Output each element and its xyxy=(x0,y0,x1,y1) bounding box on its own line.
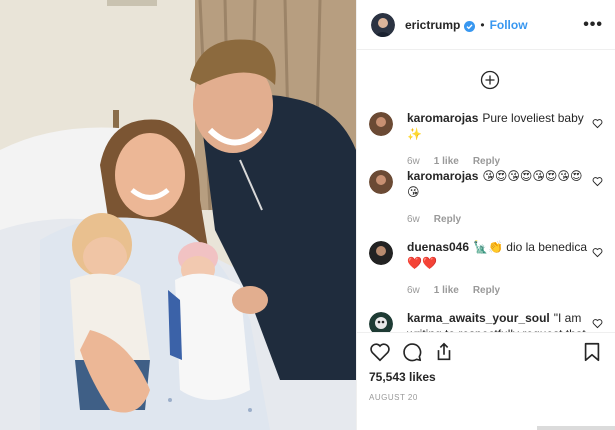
commenter-avatar[interactable] xyxy=(369,170,393,194)
comment-age[interactable]: 6w xyxy=(407,212,420,228)
follow-button[interactable]: Follow xyxy=(490,18,528,32)
like-comment-icon[interactable] xyxy=(592,174,603,187)
comment-item: karomarojas 😘😍😘😍😘😍😘😍😘 6w Reply xyxy=(369,168,607,228)
commenter-avatar[interactable] xyxy=(369,312,393,332)
author-avatar[interactable] xyxy=(371,12,395,37)
comment-item: duenas046 🗽👏 dio la benedica ❤️❤️ 6w 1 li… xyxy=(369,239,607,299)
instagram-post: erictrump • Follow ••• karomarojas Pure … xyxy=(0,0,615,430)
share-icon[interactable] xyxy=(433,341,455,363)
action-icons xyxy=(369,341,455,363)
reply-button[interactable]: Reply xyxy=(473,283,500,299)
like-comment-icon[interactable] xyxy=(592,116,603,129)
hospital-family-photo xyxy=(0,0,356,430)
author-username[interactable]: erictrump xyxy=(405,18,460,32)
like-comment-icon[interactable] xyxy=(592,245,603,258)
likes-count[interactable]: 75,543 likes xyxy=(369,370,436,384)
post-actions: 75,543 likes AUGUST 20 xyxy=(357,332,615,430)
more-options-button[interactable]: ••• xyxy=(583,16,603,34)
load-more-comments-icon[interactable] xyxy=(480,70,500,90)
comment-age[interactable]: 6w xyxy=(407,283,420,299)
comment-icon[interactable] xyxy=(401,341,423,363)
comments-list: karomarojas Pure loveliest baby ✨ 6w 1 li… xyxy=(357,50,615,332)
post-header: erictrump • Follow ••• xyxy=(357,0,615,50)
comment-item: karomarojas Pure loveliest baby ✨ 6w 1 li… xyxy=(369,110,607,170)
comment-username[interactable]: duenas046 xyxy=(407,240,469,254)
scrollbar[interactable] xyxy=(537,426,615,430)
like-comment-icon[interactable] xyxy=(592,316,603,329)
comment-likes[interactable]: 1 like xyxy=(434,283,459,299)
verified-badge-icon xyxy=(464,19,476,32)
like-icon[interactable] xyxy=(369,341,391,363)
comment-username[interactable]: karomarojas xyxy=(407,111,478,125)
comment-username[interactable]: karma_awaits_your_soul xyxy=(407,311,550,325)
post-side-panel: erictrump • Follow ••• karomarojas Pure … xyxy=(356,0,615,430)
reply-button[interactable]: Reply xyxy=(434,212,461,228)
header-separator: • xyxy=(480,17,485,32)
post-photo[interactable] xyxy=(0,0,356,430)
commenter-avatar[interactable] xyxy=(369,241,393,265)
post-date[interactable]: AUGUST 20 xyxy=(369,393,418,402)
comment-item: karma_awaits_your_soul"I am writing to r… xyxy=(369,310,607,332)
bookmark-icon[interactable] xyxy=(581,341,603,363)
comment-username[interactable]: karomarojas xyxy=(407,169,478,183)
commenter-avatar[interactable] xyxy=(369,112,393,136)
